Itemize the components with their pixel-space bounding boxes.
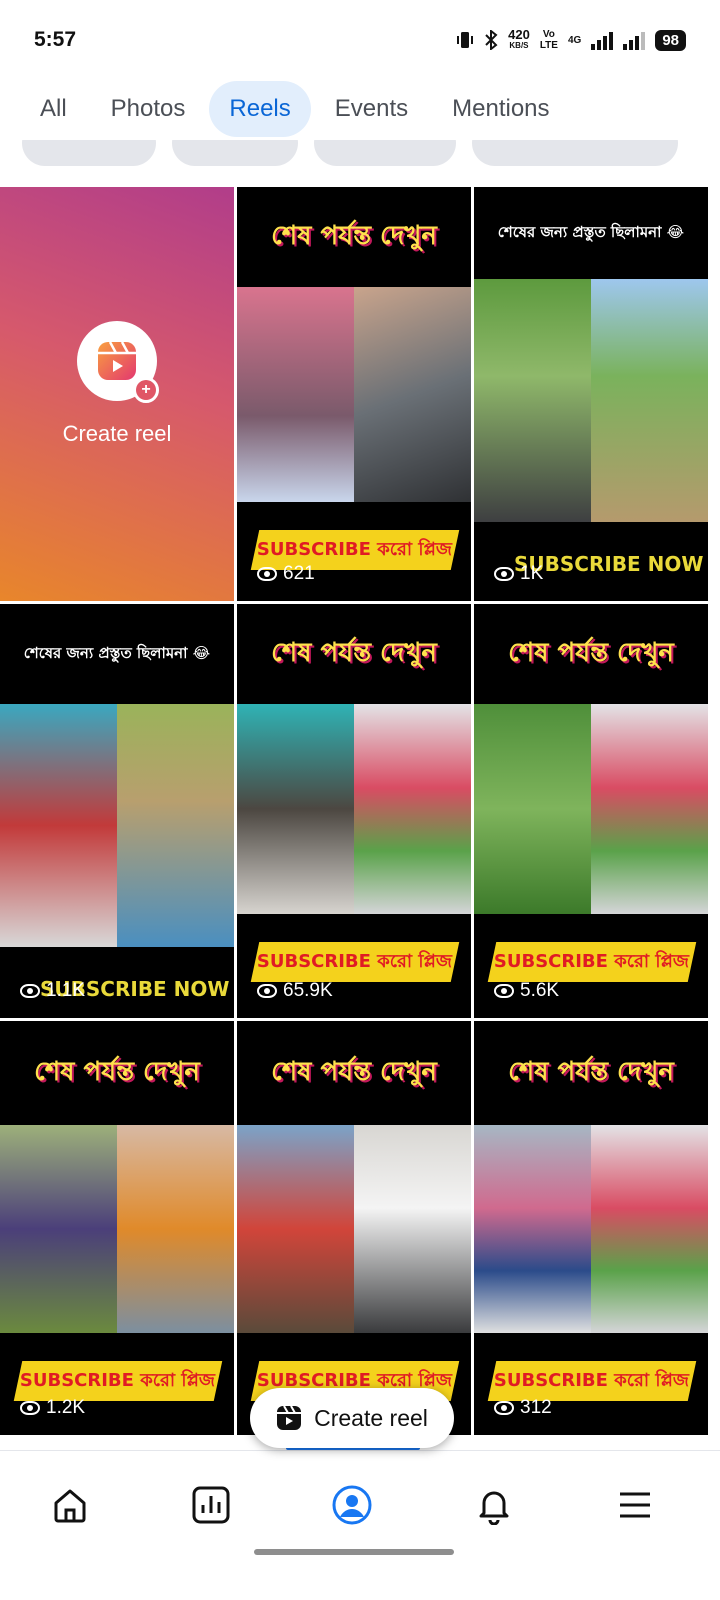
reel-thumbnail[interactable]: শেষের জন্য প্রস্তুত ছিলামনা 😂 SUBSCRIBE … (474, 187, 708, 601)
signal-icon-2 (623, 30, 646, 50)
view-count: 312 (494, 1397, 552, 1419)
sub-filter-chip[interactable] (22, 140, 156, 166)
eye-icon (20, 1401, 40, 1415)
reel-image (474, 704, 708, 914)
bluetooth-icon (485, 30, 498, 50)
reel-thumbnail[interactable]: শেষের জন্য প্রস্তুত ছিলামনা 😂 SUBSCRIBE … (0, 604, 234, 1018)
network-type: 4G (567, 34, 582, 46)
bottom-nav (0, 1450, 720, 1600)
tab-events[interactable]: Events (315, 81, 428, 137)
reel-thumbnail[interactable]: শেষ পর্যন্ত দেখুন SUBSCRIBE করো প্লিজ 1.… (0, 1021, 234, 1435)
view-count: 1K (494, 563, 543, 585)
reel-thumbnail[interactable]: শেষ পর্যন্ত দেখুন SUBSCRIBE করো প্লিজ 31… (474, 1021, 708, 1435)
reel-image (474, 1125, 708, 1333)
reel-thumbnail[interactable]: শেষ পর্যন্ত দেখুন SUBSCRIBE করো প্লিজ 5.… (474, 604, 708, 1018)
plus-icon: + (133, 377, 159, 403)
reel-title: শেষ পর্যন্ত দেখুন (508, 638, 674, 668)
reel-image (237, 287, 471, 502)
sub-filter-chip[interactable] (472, 140, 678, 166)
reel-title: শেষের জন্য প্রস্তুত ছিলামনা 😂 (497, 222, 685, 241)
eye-icon (494, 1401, 514, 1415)
nav-dashboard[interactable] (181, 1475, 241, 1535)
reel-image (474, 279, 708, 522)
subscribe-banner: SUBSCRIBE করো প্লিজ (487, 1361, 697, 1401)
tab-reels[interactable]: Reels (209, 81, 311, 137)
eye-icon (20, 984, 40, 998)
reel-image (237, 704, 471, 914)
reel-title: শেষ পর্যন্ত দেখুন (34, 1057, 200, 1087)
status-time: 5:57 (34, 28, 77, 51)
vibrate-icon (457, 32, 474, 48)
reel-image (0, 1125, 234, 1333)
sub-filter-chips (0, 140, 720, 170)
nav-notifications[interactable] (464, 1475, 524, 1535)
reel-thumbnail[interactable]: শেষ পর্যন্ত দেখুন SUBSCRIBE করো প্লিজ 65… (237, 604, 471, 1018)
reel-image (0, 704, 234, 947)
reel-title: শেষ পর্যন্ত দেখুন (271, 638, 437, 668)
tab-photos[interactable]: Photos (91, 81, 206, 137)
nav-home[interactable] (40, 1475, 100, 1535)
eye-icon (494, 984, 514, 998)
view-count: 621 (257, 563, 315, 585)
view-count: 65.9K (257, 980, 333, 1002)
home-icon (54, 1489, 86, 1523)
battery-indicator: 98 (655, 29, 686, 51)
create-reel-button-label: Create reel (314, 1404, 428, 1431)
eye-icon (257, 984, 277, 998)
subscribe-banner: SUBSCRIBE করো প্লিজ (487, 942, 697, 982)
reels-logo-icon: + (77, 321, 159, 403)
profile-icon (332, 1485, 372, 1525)
status-bar: 5:57 420 KB/S Vo LTE 4G 98 (0, 0, 720, 80)
reel-title: শেষ পর্যন্ত দেখুন (271, 1057, 437, 1087)
sub-filter-chip[interactable] (172, 140, 298, 166)
tab-all[interactable]: All (20, 81, 87, 137)
reel-thumbnail[interactable]: শেষ পর্যন্ত দেখুন SUBSCRIBE করো প্লিজ 62… (237, 187, 471, 601)
reel-image (237, 1125, 471, 1333)
view-count: 1.1K (20, 980, 85, 1002)
bell-icon (479, 1491, 509, 1525)
reel-title: শেষ পর্যন্ত দেখুন (271, 221, 437, 251)
signal-icon (591, 30, 614, 50)
reels-grid: + Create reel শেষ পর্যন্ত দেখুন SUBSCRIB… (0, 187, 720, 1435)
dashboard-icon (192, 1486, 230, 1524)
create-reel-tile[interactable]: + Create reel (0, 187, 234, 601)
create-reel-button[interactable]: Create reel (250, 1388, 454, 1448)
eye-icon (257, 567, 277, 581)
nav-profile[interactable] (322, 1475, 382, 1535)
net-speed: 420 KB/S (508, 27, 530, 50)
nav-menu[interactable] (605, 1475, 665, 1535)
status-icons: 420 KB/S Vo LTE 4G 98 (456, 27, 686, 51)
reel-thumbnail[interactable]: শেষ পর্যন্ত দেখুন SUBSCRIBE করো প্লিজ (237, 1021, 471, 1435)
subscribe-banner: SUBSCRIBE করো প্লিজ (13, 1361, 223, 1401)
tab-mentions[interactable]: Mentions (432, 81, 569, 137)
filter-tabs: All Photos Reels Events Mentions (20, 78, 574, 140)
reel-title: শেষ পর্যন্ত দেখুন (508, 1057, 674, 1087)
view-count: 5.6K (494, 980, 559, 1002)
reel-title: শেষের জন্য প্রস্তুত ছিলামনা 😂 (23, 643, 211, 662)
subscribe-banner: SUBSCRIBE করো প্লিজ (250, 942, 460, 982)
view-count: 1.2K (20, 1397, 85, 1419)
create-reel-label: Create reel (62, 421, 172, 446)
reels-icon (277, 1405, 302, 1430)
menu-icon (620, 1492, 650, 1518)
sub-filter-chip[interactable] (314, 140, 456, 166)
home-indicator (254, 1549, 454, 1555)
volte-indicator: Vo LTE (539, 29, 558, 51)
eye-icon (494, 567, 514, 581)
